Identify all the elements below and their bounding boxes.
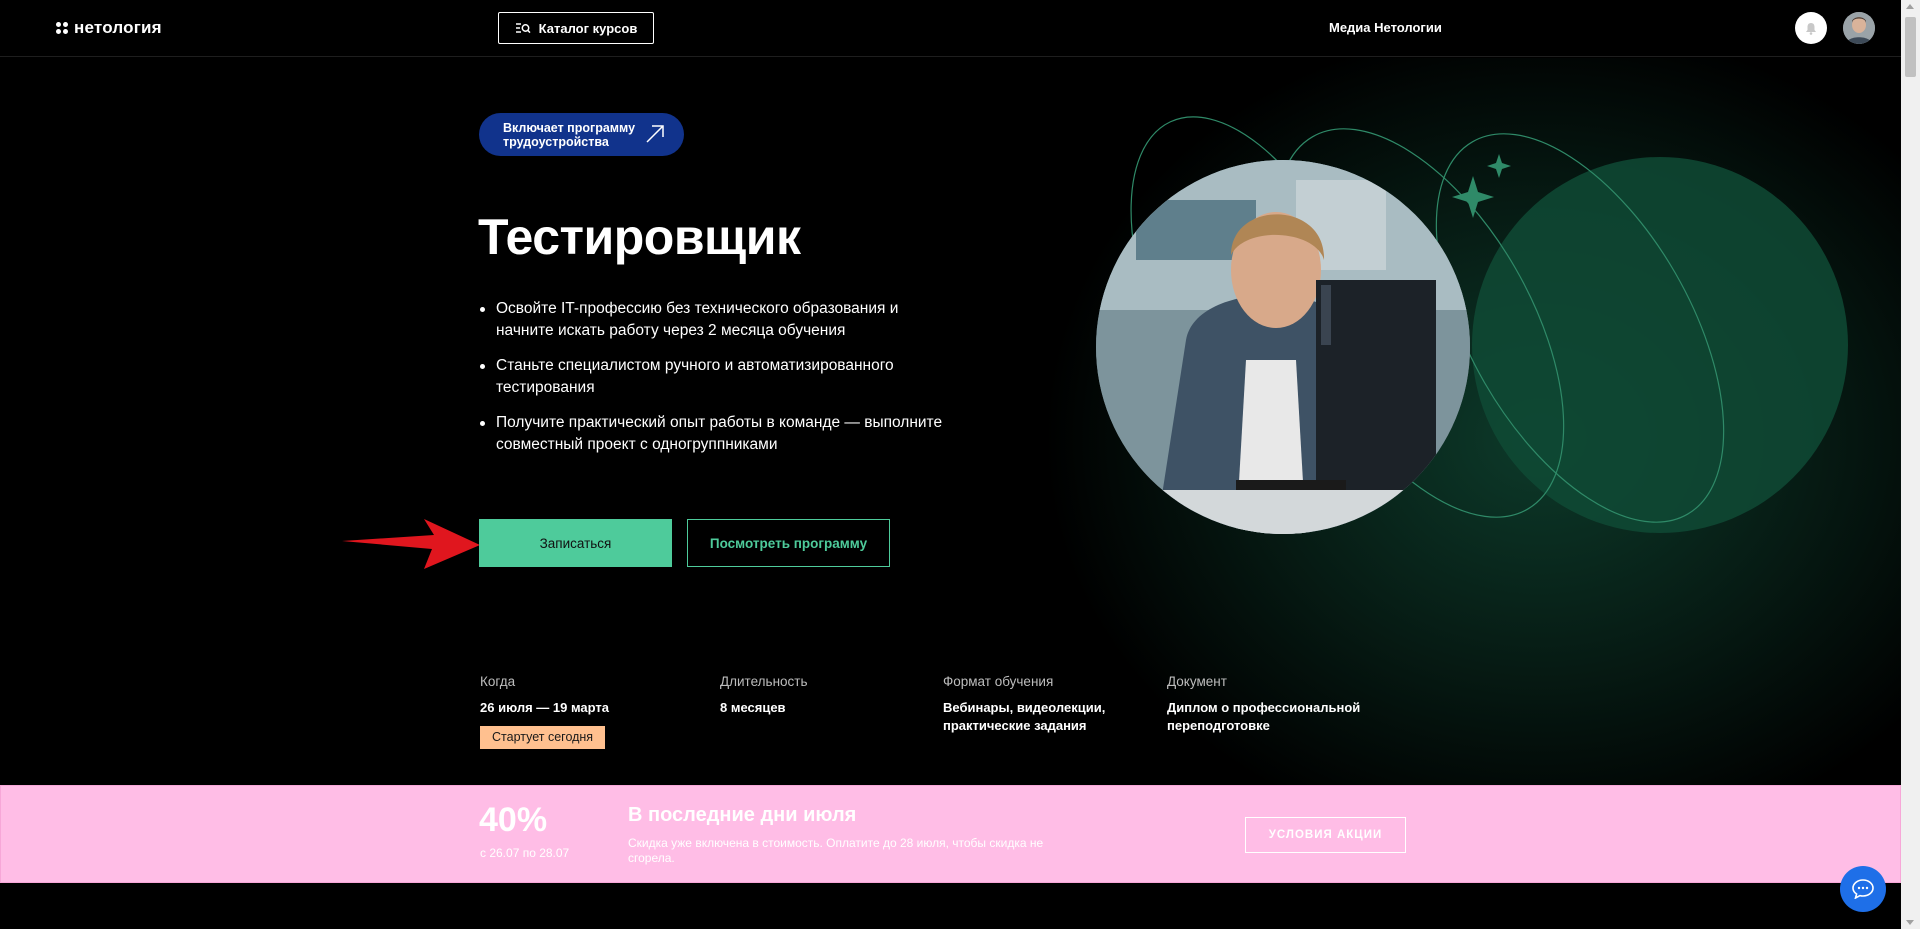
benefit-item: Станьте специалистом ручного и автоматиз… (478, 355, 948, 399)
benefits-list: Освойте IT-профессию без технического об… (478, 298, 948, 469)
document-value: Диплом о профессиональной переподготовке (1167, 700, 1361, 733)
when-label: Когда (480, 674, 516, 689)
format-label: Формат обучения (943, 674, 1054, 689)
promo-percent: 40% (479, 801, 548, 839)
start-badge: Стартует сегодня (480, 726, 606, 749)
promo-banner: 40% с 26.07 по 28.07 В последние дни июл… (0, 785, 1901, 883)
page-title: Тестировщик (478, 209, 801, 265)
scroll-thumb[interactable] (1905, 17, 1916, 77)
employment-program-badge[interactable]: Включает программу трудоустройства (479, 113, 684, 156)
sparkle-icon (1452, 154, 1511, 218)
benefit-item: Освойте IT-профессию без технического об… (478, 298, 948, 342)
badge-line-1: Включает программу (503, 120, 636, 135)
logo-icon (56, 22, 68, 34)
promo-dates: с 26.07 по 28.07 (480, 846, 570, 860)
avatar[interactable] (1843, 12, 1875, 44)
promo-conditions-button[interactable]: УСЛОВИЯ АКЦИИ (1245, 817, 1406, 853)
chat-icon (1852, 879, 1874, 899)
format-value: Вебинары, видеолекции, практические зада… (943, 700, 1106, 733)
info-document: Документ Диплом о профессиональной переп… (1167, 674, 1367, 735)
arrow-up-right-icon (646, 125, 664, 143)
benefit-item: Получите практический опыт работы в кома… (478, 412, 948, 456)
chat-button[interactable] (1840, 866, 1886, 912)
logo-text: нетология (74, 18, 162, 37)
scroll-up-arrow[interactable] (1906, 4, 1914, 9)
hero-photo (1096, 160, 1470, 534)
page-scrollbar[interactable] (1901, 0, 1920, 929)
info-when: Когда 26 июля — 19 марта Стартует сегодн… (480, 674, 609, 749)
notifications-button[interactable] (1795, 12, 1827, 44)
bell-icon (1806, 22, 1816, 35)
annotation-arrow (342, 519, 480, 569)
site-header: нетология Каталог курсов Медиа Нетологии (0, 0, 1901, 57)
document-label: Документ (1167, 674, 1227, 689)
info-duration: Длительность 8 месяцев (720, 674, 808, 717)
enroll-button[interactable]: Записаться (479, 519, 672, 567)
scroll-down-arrow[interactable] (1906, 920, 1914, 925)
promo-title: В последние дни июля (628, 804, 857, 826)
catalog-search-icon (515, 22, 531, 33)
duration-label: Длительность (720, 674, 808, 689)
info-format: Формат обучения Вебинары, видеолекции, п… (943, 674, 1113, 735)
view-program-button[interactable]: Посмотреть программу (687, 519, 890, 567)
avatar-image (1843, 12, 1875, 44)
media-link[interactable]: Медиа Нетологии (1329, 20, 1442, 35)
duration-value: 8 месяцев (720, 700, 786, 715)
catalog-label: Каталог курсов (538, 20, 638, 36)
promo-text: Скидка уже включена в стоимость. Оплатит… (628, 836, 1044, 865)
logo[interactable]: нетология (56, 18, 162, 38)
when-value: 26 июля — 19 марта (480, 700, 610, 715)
badge-line-2: трудоустройства (503, 134, 609, 149)
catalog-button[interactable]: Каталог курсов (498, 12, 654, 44)
